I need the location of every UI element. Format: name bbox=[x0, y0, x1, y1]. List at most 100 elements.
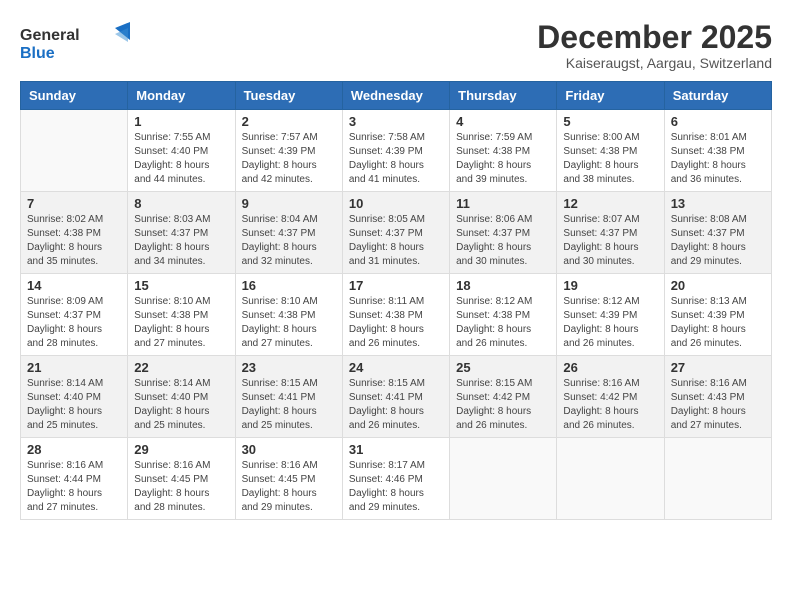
day-number: 8 bbox=[134, 196, 228, 211]
day-number: 14 bbox=[27, 278, 121, 293]
day-info: Sunrise: 8:16 AMSunset: 4:43 PMDaylight:… bbox=[671, 377, 765, 433]
header-tuesday: Tuesday bbox=[235, 82, 342, 110]
day-cell: 24 Sunrise: 8:15 AMSunset: 4:41 PMDayligh… bbox=[342, 356, 449, 438]
day-cell: 23Sunrise: 8:15 AMSunset: 4:41 PMDayligh… bbox=[235, 356, 342, 438]
day-cell: 18Sunrise: 8:12 AMSunset: 4:38 PMDayligh… bbox=[450, 274, 557, 356]
day-number: 26 bbox=[563, 360, 657, 375]
day-cell: 1 Sunrise: 7:55 AMSunset: 4:40 PMDaylight… bbox=[128, 110, 235, 192]
day-number: 13 bbox=[671, 196, 765, 211]
header-thursday: Thursday bbox=[450, 82, 557, 110]
day-number: 15 bbox=[134, 278, 228, 293]
day-cell: 17 Sunrise: 8:11 AMSunset: 4:38 PMDayligh… bbox=[342, 274, 449, 356]
day-number: 10 bbox=[349, 196, 443, 211]
day-number: 19 bbox=[563, 278, 657, 293]
day-number: 5 bbox=[563, 114, 657, 129]
svg-text:Blue: Blue bbox=[20, 45, 55, 62]
day-cell bbox=[557, 438, 664, 520]
day-cell: 29Sunrise: 8:16 AMSunset: 4:45 PMDayligh… bbox=[128, 438, 235, 520]
day-info: Sunrise: 8:16 AMSunset: 4:45 PMDaylight:… bbox=[242, 459, 336, 515]
day-number: 16 bbox=[242, 278, 336, 293]
calendar-table: SundayMondayTuesdayWednesdayThursdayFrid… bbox=[20, 81, 772, 520]
day-cell: 10 Sunrise: 8:05 AMSunset: 4:37 PMDayligh… bbox=[342, 192, 449, 274]
day-info: Sunrise: 8:10 AMSunset: 4:38 PMDaylight:… bbox=[242, 295, 336, 351]
day-cell: 22 Sunrise: 8:14 AMSunset: 4:40 PMDayligh… bbox=[128, 356, 235, 438]
day-number: 18 bbox=[456, 278, 550, 293]
day-cell: 2Sunrise: 7:57 AMSunset: 4:39 PMDaylight… bbox=[235, 110, 342, 192]
day-info: Sunrise: 7:55 AMSunset: 4:40 PMDaylight:… bbox=[134, 131, 228, 187]
day-info: Sunrise: 8:15 AMSunset: 4:42 PMDaylight:… bbox=[456, 377, 550, 433]
day-info: Sunrise: 8:14 AMSunset: 4:40 PMDaylight:… bbox=[134, 377, 228, 433]
day-info: Sunrise: 8:16 AMSunset: 4:42 PMDaylight:… bbox=[563, 377, 657, 433]
day-info: Sunrise: 8:14 AMSunset: 4:40 PMDaylight:… bbox=[27, 377, 121, 433]
day-info: Sunrise: 8:01 AMSunset: 4:38 PMDaylight:… bbox=[671, 131, 765, 187]
header-sunday: Sunday bbox=[21, 82, 128, 110]
day-cell: 15Sunrise: 8:10 AMSunset: 4:38 PMDayligh… bbox=[128, 274, 235, 356]
logo: General Blue bbox=[20, 20, 130, 65]
day-cell: 30 Sunrise: 8:16 AMSunset: 4:45 PMDayligh… bbox=[235, 438, 342, 520]
day-cell: 14 Sunrise: 8:09 AMSunset: 4:37 PMDayligh… bbox=[21, 274, 128, 356]
location: Kaiseraugst, Aargau, Switzerland bbox=[537, 55, 772, 71]
day-info: Sunrise: 8:00 AMSunset: 4:38 PMDaylight:… bbox=[563, 131, 657, 187]
day-number: 28 bbox=[27, 442, 121, 457]
day-info: Sunrise: 8:07 AMSunset: 4:37 PMDaylight:… bbox=[563, 213, 657, 269]
day-info: Sunrise: 8:17 AMSunset: 4:46 PMDaylight:… bbox=[349, 459, 443, 515]
day-info: Sunrise: 8:09 AMSunset: 4:37 PMDaylight:… bbox=[27, 295, 121, 351]
day-cell: 13 Sunrise: 8:08 AMSunset: 4:37 PMDayligh… bbox=[664, 192, 771, 274]
day-number: 7 bbox=[27, 196, 121, 211]
day-info: Sunrise: 7:59 AMSunset: 4:38 PMDaylight:… bbox=[456, 131, 550, 187]
day-cell: 8 Sunrise: 8:03 AMSunset: 4:37 PMDaylight… bbox=[128, 192, 235, 274]
day-info: Sunrise: 8:12 AMSunset: 4:39 PMDaylight:… bbox=[563, 295, 657, 351]
week-row-5: 28Sunrise: 8:16 AMSunset: 4:44 PMDayligh… bbox=[21, 438, 772, 520]
day-number: 31 bbox=[349, 442, 443, 457]
day-cell: 25 Sunrise: 8:15 AMSunset: 4:42 PMDayligh… bbox=[450, 356, 557, 438]
day-number: 9 bbox=[242, 196, 336, 211]
day-info: Sunrise: 8:06 AMSunset: 4:37 PMDaylight:… bbox=[456, 213, 550, 269]
day-info: Sunrise: 8:11 AMSunset: 4:38 PMDaylight:… bbox=[349, 295, 443, 351]
day-info: Sunrise: 8:08 AMSunset: 4:37 PMDaylight:… bbox=[671, 213, 765, 269]
day-number: 3 bbox=[349, 114, 443, 129]
weekday-header-row: SundayMondayTuesdayWednesdayThursdayFrid… bbox=[21, 82, 772, 110]
header-wednesday: Wednesday bbox=[342, 82, 449, 110]
day-cell: 7 Sunrise: 8:02 AMSunset: 4:38 PMDaylight… bbox=[21, 192, 128, 274]
day-number: 20 bbox=[671, 278, 765, 293]
week-row-4: 21Sunrise: 8:14 AMSunset: 4:40 PMDayligh… bbox=[21, 356, 772, 438]
svg-text:General: General bbox=[20, 27, 80, 44]
day-cell: 28Sunrise: 8:16 AMSunset: 4:44 PMDayligh… bbox=[21, 438, 128, 520]
title-area: December 2025 Kaiseraugst, Aargau, Switz… bbox=[537, 20, 772, 71]
day-info: Sunrise: 8:16 AMSunset: 4:45 PMDaylight:… bbox=[134, 459, 228, 515]
day-cell: 4 Sunrise: 7:59 AMSunset: 4:38 PMDaylight… bbox=[450, 110, 557, 192]
day-cell: 6Sunrise: 8:01 AMSunset: 4:38 PMDaylight… bbox=[664, 110, 771, 192]
day-number: 24 bbox=[349, 360, 443, 375]
day-info: Sunrise: 8:15 AMSunset: 4:41 PMDaylight:… bbox=[349, 377, 443, 433]
day-number: 1 bbox=[134, 114, 228, 129]
day-cell: 3Sunrise: 7:58 AMSunset: 4:39 PMDaylight… bbox=[342, 110, 449, 192]
header-friday: Friday bbox=[557, 82, 664, 110]
day-number: 4 bbox=[456, 114, 550, 129]
week-row-3: 14 Sunrise: 8:09 AMSunset: 4:37 PMDayligh… bbox=[21, 274, 772, 356]
day-info: Sunrise: 8:05 AMSunset: 4:37 PMDaylight:… bbox=[349, 213, 443, 269]
day-number: 2 bbox=[242, 114, 336, 129]
day-cell: 5 Sunrise: 8:00 AMSunset: 4:38 PMDaylight… bbox=[557, 110, 664, 192]
week-row-2: 7 Sunrise: 8:02 AMSunset: 4:38 PMDaylight… bbox=[21, 192, 772, 274]
week-row-1: 1 Sunrise: 7:55 AMSunset: 4:40 PMDaylight… bbox=[21, 110, 772, 192]
day-cell: 16 Sunrise: 8:10 AMSunset: 4:38 PMDayligh… bbox=[235, 274, 342, 356]
day-cell: 9Sunrise: 8:04 AMSunset: 4:37 PMDaylight… bbox=[235, 192, 342, 274]
day-cell: 19 Sunrise: 8:12 AMSunset: 4:39 PMDayligh… bbox=[557, 274, 664, 356]
header-saturday: Saturday bbox=[664, 82, 771, 110]
day-number: 22 bbox=[134, 360, 228, 375]
month-title: December 2025 bbox=[537, 20, 772, 55]
day-cell: 12 Sunrise: 8:07 AMSunset: 4:37 PMDayligh… bbox=[557, 192, 664, 274]
day-number: 12 bbox=[563, 196, 657, 211]
header-monday: Monday bbox=[128, 82, 235, 110]
day-cell: 26 Sunrise: 8:16 AMSunset: 4:42 PMDayligh… bbox=[557, 356, 664, 438]
day-number: 17 bbox=[349, 278, 443, 293]
day-info: Sunrise: 8:02 AMSunset: 4:38 PMDaylight:… bbox=[27, 213, 121, 269]
day-number: 30 bbox=[242, 442, 336, 457]
day-number: 23 bbox=[242, 360, 336, 375]
day-number: 25 bbox=[456, 360, 550, 375]
day-cell bbox=[664, 438, 771, 520]
day-info: Sunrise: 8:03 AMSunset: 4:37 PMDaylight:… bbox=[134, 213, 228, 269]
day-cell: 21Sunrise: 8:14 AMSunset: 4:40 PMDayligh… bbox=[21, 356, 128, 438]
day-cell: 20Sunrise: 8:13 AMSunset: 4:39 PMDayligh… bbox=[664, 274, 771, 356]
day-cell bbox=[21, 110, 128, 192]
